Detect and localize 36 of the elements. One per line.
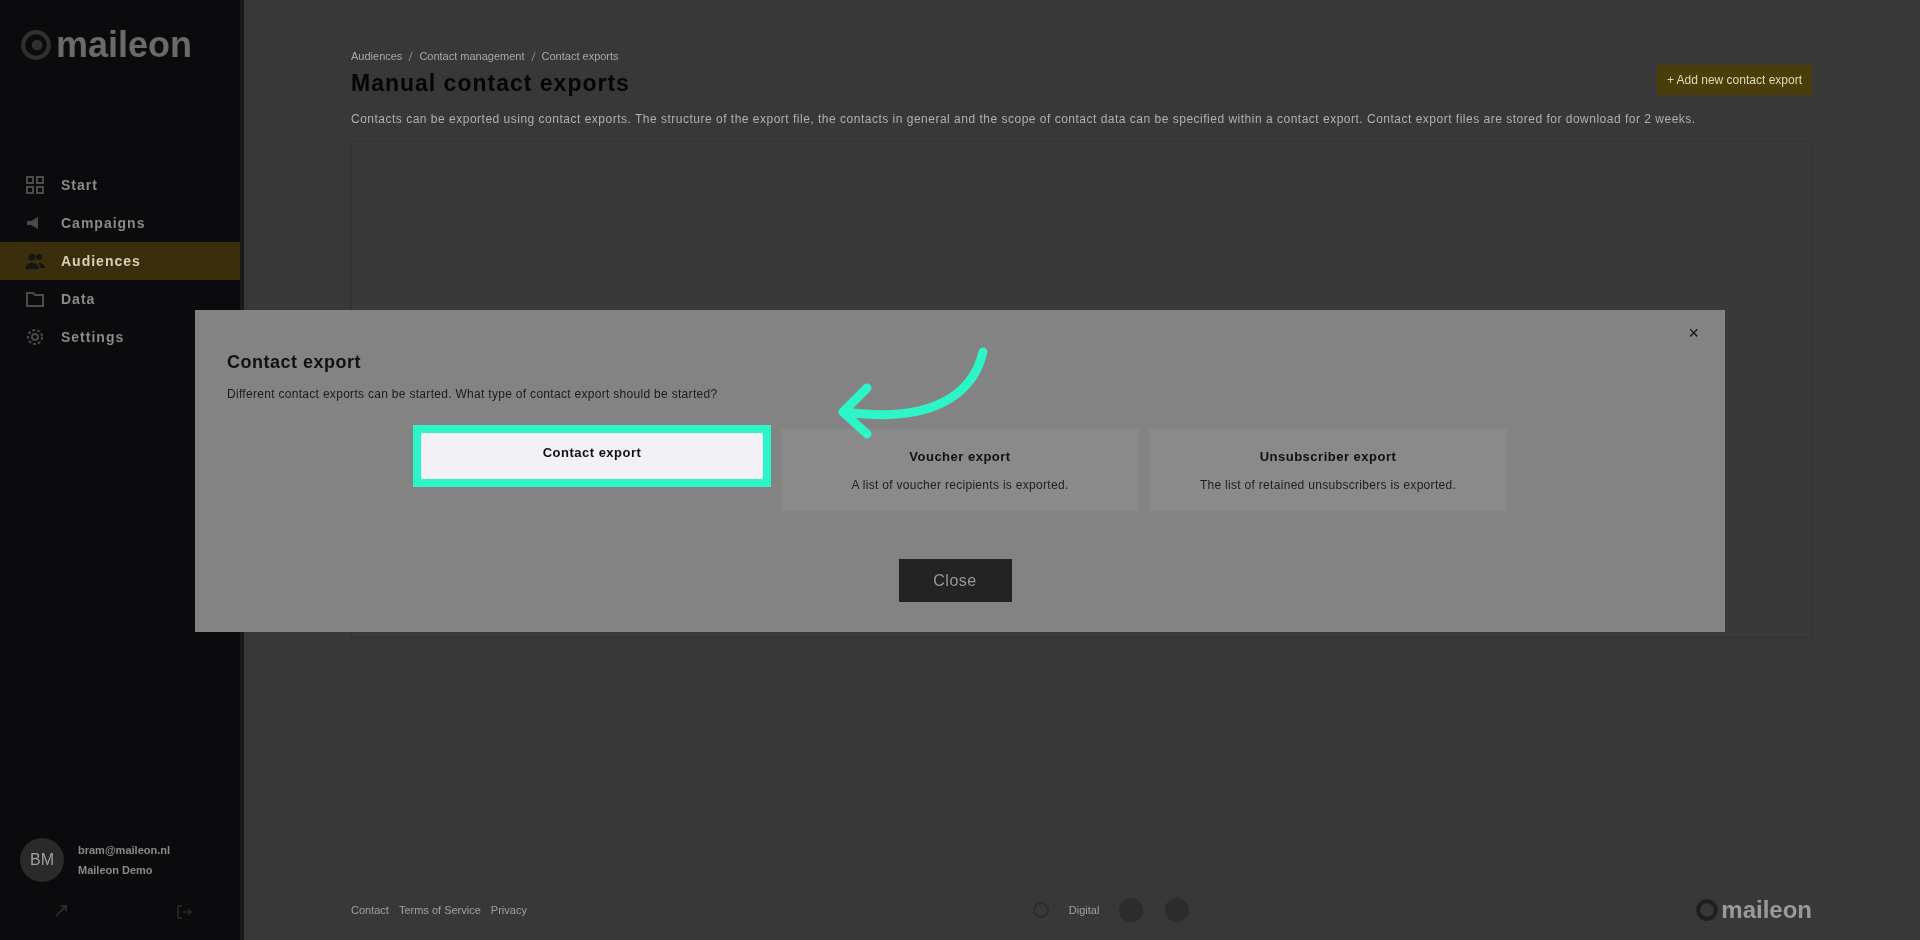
- breadcrumb-link[interactable]: Audiences: [351, 50, 403, 62]
- nav-item[interactable]: Start: [0, 166, 240, 204]
- nav-item[interactable]: Audiences: [0, 242, 240, 280]
- footer-link[interactable]: Contact: [351, 904, 389, 916]
- option-title: Contact export: [542, 445, 642, 460]
- footer-link[interactable]: Terms of Service: [398, 904, 481, 916]
- option-description: The list of retained unsubscribers is exported.: [1199, 478, 1457, 492]
- logo-text: maileon: [1721, 896, 1812, 924]
- people-icon: [25, 251, 45, 271]
- folder-icon: [25, 289, 45, 309]
- add-button[interactable]: + Add new contact export: [1656, 65, 1812, 95]
- export-option[interactable]: Unsubscriber export The list of retained unsubscribers is exported.: [1149, 429, 1507, 511]
- logo-icon: [20, 29, 52, 61]
- breadcrumb-link[interactable]: Contact management: [419, 50, 525, 62]
- option-description: A list of voucher recipients is exported.: [851, 478, 1069, 492]
- nav-item[interactable]: Campaigns: [0, 204, 240, 242]
- badge-label: Digital: [1068, 904, 1100, 916]
- nav-item[interactable]: Data: [0, 280, 240, 318]
- close-button[interactable]: Close: [898, 559, 1012, 602]
- option-title: Unsubscriber export: [1259, 449, 1397, 464]
- breadcrumb-link[interactable]: Contact exports: [541, 50, 619, 62]
- user-email: bram@maileon.nl: [78, 844, 171, 856]
- page-description: Contacts can be exported using contact exports. The structure of the export file, the contacts in general and the scope of contact data can be specified within a contact export. Contact export files are stored for download for 2 weeks.: [351, 111, 1697, 128]
- grid-icon: [25, 175, 45, 195]
- logo-icon: [1695, 898, 1720, 922]
- export-option[interactable]: Contact export: [413, 425, 771, 487]
- option-title: Voucher export: [909, 449, 1011, 464]
- dialog-text: Different contact exports can be started. What type of contact export should be started?: [227, 387, 719, 401]
- expand-icon[interactable]: [54, 904, 68, 918]
- logout-icon[interactable]: [176, 904, 192, 920]
- avatar: BM: [20, 838, 64, 882]
- footer-link[interactable]: Privacy: [490, 904, 527, 916]
- account-name: Maileon Demo: [78, 864, 154, 876]
- export-option[interactable]: Voucher export A list of voucher recipients is exported.: [781, 429, 1139, 511]
- settings-icon: [25, 327, 45, 347]
- logo-text: maileon: [56, 24, 193, 66]
